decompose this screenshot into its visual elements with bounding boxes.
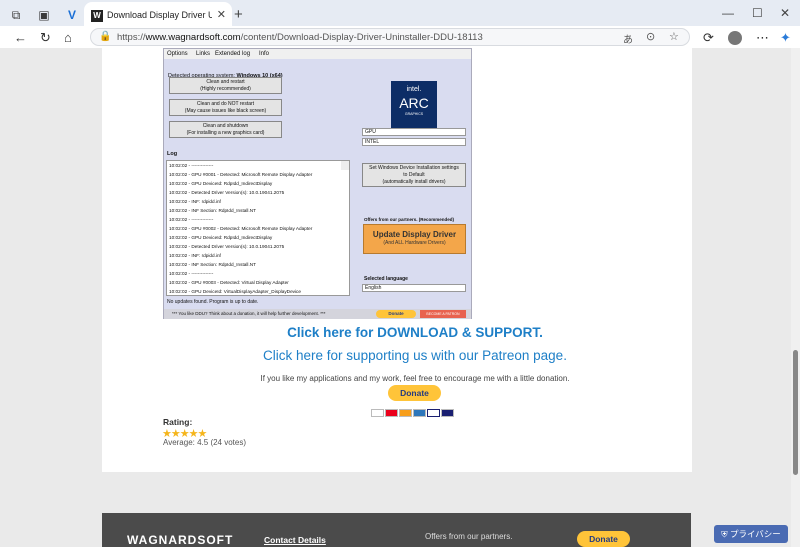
footer-logo: WAGNARDSOFT [127, 533, 234, 547]
language-select: English [362, 284, 466, 292]
offers-label: Offers from our partners. (Recommended) [364, 217, 455, 222]
back-icon[interactable]: ← [14, 30, 27, 45]
clean-restart-button: Clean and restart (Highly recommended) [169, 77, 282, 94]
download-support-link[interactable]: Click here for DOWNLOAD & SUPPORT. [102, 325, 728, 340]
contact-details-link[interactable]: Contact Details [264, 535, 326, 545]
read-aloud-icon[interactable]: あ [623, 31, 633, 46]
shield-icon: ⛨ [721, 529, 730, 539]
donation-text: If you like my applications and my work,… [260, 374, 570, 383]
menu-links: Links [196, 51, 211, 57]
favorite-star-icon[interactable]: ☆ [669, 30, 679, 43]
footer-offers-text: Offers from our partners. [425, 532, 513, 541]
workspaces-icon[interactable]: ⧉ [8, 7, 24, 23]
visa-electron-icon [441, 409, 454, 417]
footer-donate-button[interactable]: Donate [577, 531, 630, 547]
favicon-icon: W [91, 10, 103, 22]
log-box: 10:02:02 - -------------- 10:02:02 - GPU … [166, 160, 350, 296]
menu-extended-log: Extended log [215, 51, 251, 57]
discover-card-icon [399, 409, 412, 417]
donate-button[interactable]: Donate [388, 385, 441, 401]
close-tab-icon[interactable]: ✕ [217, 8, 226, 21]
patreon-link[interactable]: Click here for supporting us with our Pa… [102, 348, 728, 363]
no-updates-text: No updates found. Program is up to date. [167, 299, 259, 305]
refresh-icon[interactable]: ↻ [40, 30, 51, 46]
privacy-button[interactable]: ⛨ プライバシー [714, 525, 788, 543]
payment-cards [371, 404, 459, 417]
selected-language-label: Selected language [364, 276, 408, 282]
home-icon[interactable]: ⌂ [64, 30, 72, 45]
mastercard-icon [385, 409, 398, 417]
menu-options: Options [167, 51, 188, 57]
ddu-app-screenshot: Options Links Extended log Info Detected… [163, 48, 472, 319]
minimize-icon[interactable]: — [722, 6, 734, 20]
app-donation-bar: *** You like DDU? Think about a donation… [164, 309, 471, 319]
visa-card-icon [371, 409, 384, 417]
app-patreon-button: BECOME A PATRON [420, 310, 466, 318]
tab-actions-icon[interactable]: ▣ [36, 7, 52, 23]
url-text[interactable]: https://www.wagnardsoft.com/content/Down… [117, 32, 483, 43]
copilot-icon[interactable]: ✦ [780, 30, 791, 46]
settings-more-icon[interactable]: ⋯ [756, 30, 769, 46]
device-type-select: GPU [362, 128, 466, 136]
tab-title: Download Display Driver Uninstall [107, 10, 212, 20]
vendor-select: INTEL [362, 138, 466, 146]
log-scrollbar [341, 161, 349, 170]
new-tab-icon[interactable]: + [234, 6, 243, 23]
rating-label: Rating: [163, 417, 193, 427]
vpn-icon[interactable]: V [64, 7, 80, 23]
extensions-icon[interactable]: ⟳ [703, 30, 714, 46]
log-label: Log [167, 151, 178, 157]
navigation-bar: ← ↻ ⌂ 🔒 https://www.wagnardsoft.com/cont… [0, 26, 800, 48]
rating-average: Average: 4.5 (24 votes) [163, 438, 247, 447]
address-bar[interactable]: 🔒 https://www.wagnardsoft.com/content/Do… [90, 28, 690, 46]
update-display-driver-banner: Update Display Driver (And ALL Hardware … [363, 224, 466, 254]
scrollbar-thumb[interactable] [793, 350, 798, 475]
clean-shutdown-button: Clean and shutdown (For installing a new … [169, 121, 282, 138]
maximize-icon[interactable]: ☐ [752, 6, 763, 20]
amex-card-icon [413, 409, 426, 417]
clean-no-restart-button: Clean and do NOT restart (May cause issue… [169, 99, 282, 116]
close-window-icon[interactable]: ✕ [780, 6, 790, 20]
lock-icon[interactable]: 🔒 [99, 31, 111, 42]
app-main-panel: Detected operating system: Windows 10 (x… [164, 59, 471, 309]
app-menu-bar: Options Links Extended log Info [164, 49, 471, 59]
bank-card-icon [427, 409, 440, 417]
app-donate-button: Donate [376, 310, 416, 318]
more-options-icon[interactable]: ⊙ [646, 30, 655, 43]
footer: WAGNARDSOFT Contact Details Offers from … [102, 513, 691, 547]
profile-avatar-icon[interactable] [728, 31, 742, 45]
set-windows-default-button: Set Windows Device Installation settings… [362, 163, 466, 187]
menu-info: Info [259, 51, 270, 57]
intel-arc-logo: intel. ARC GRAPHICS [391, 81, 437, 135]
